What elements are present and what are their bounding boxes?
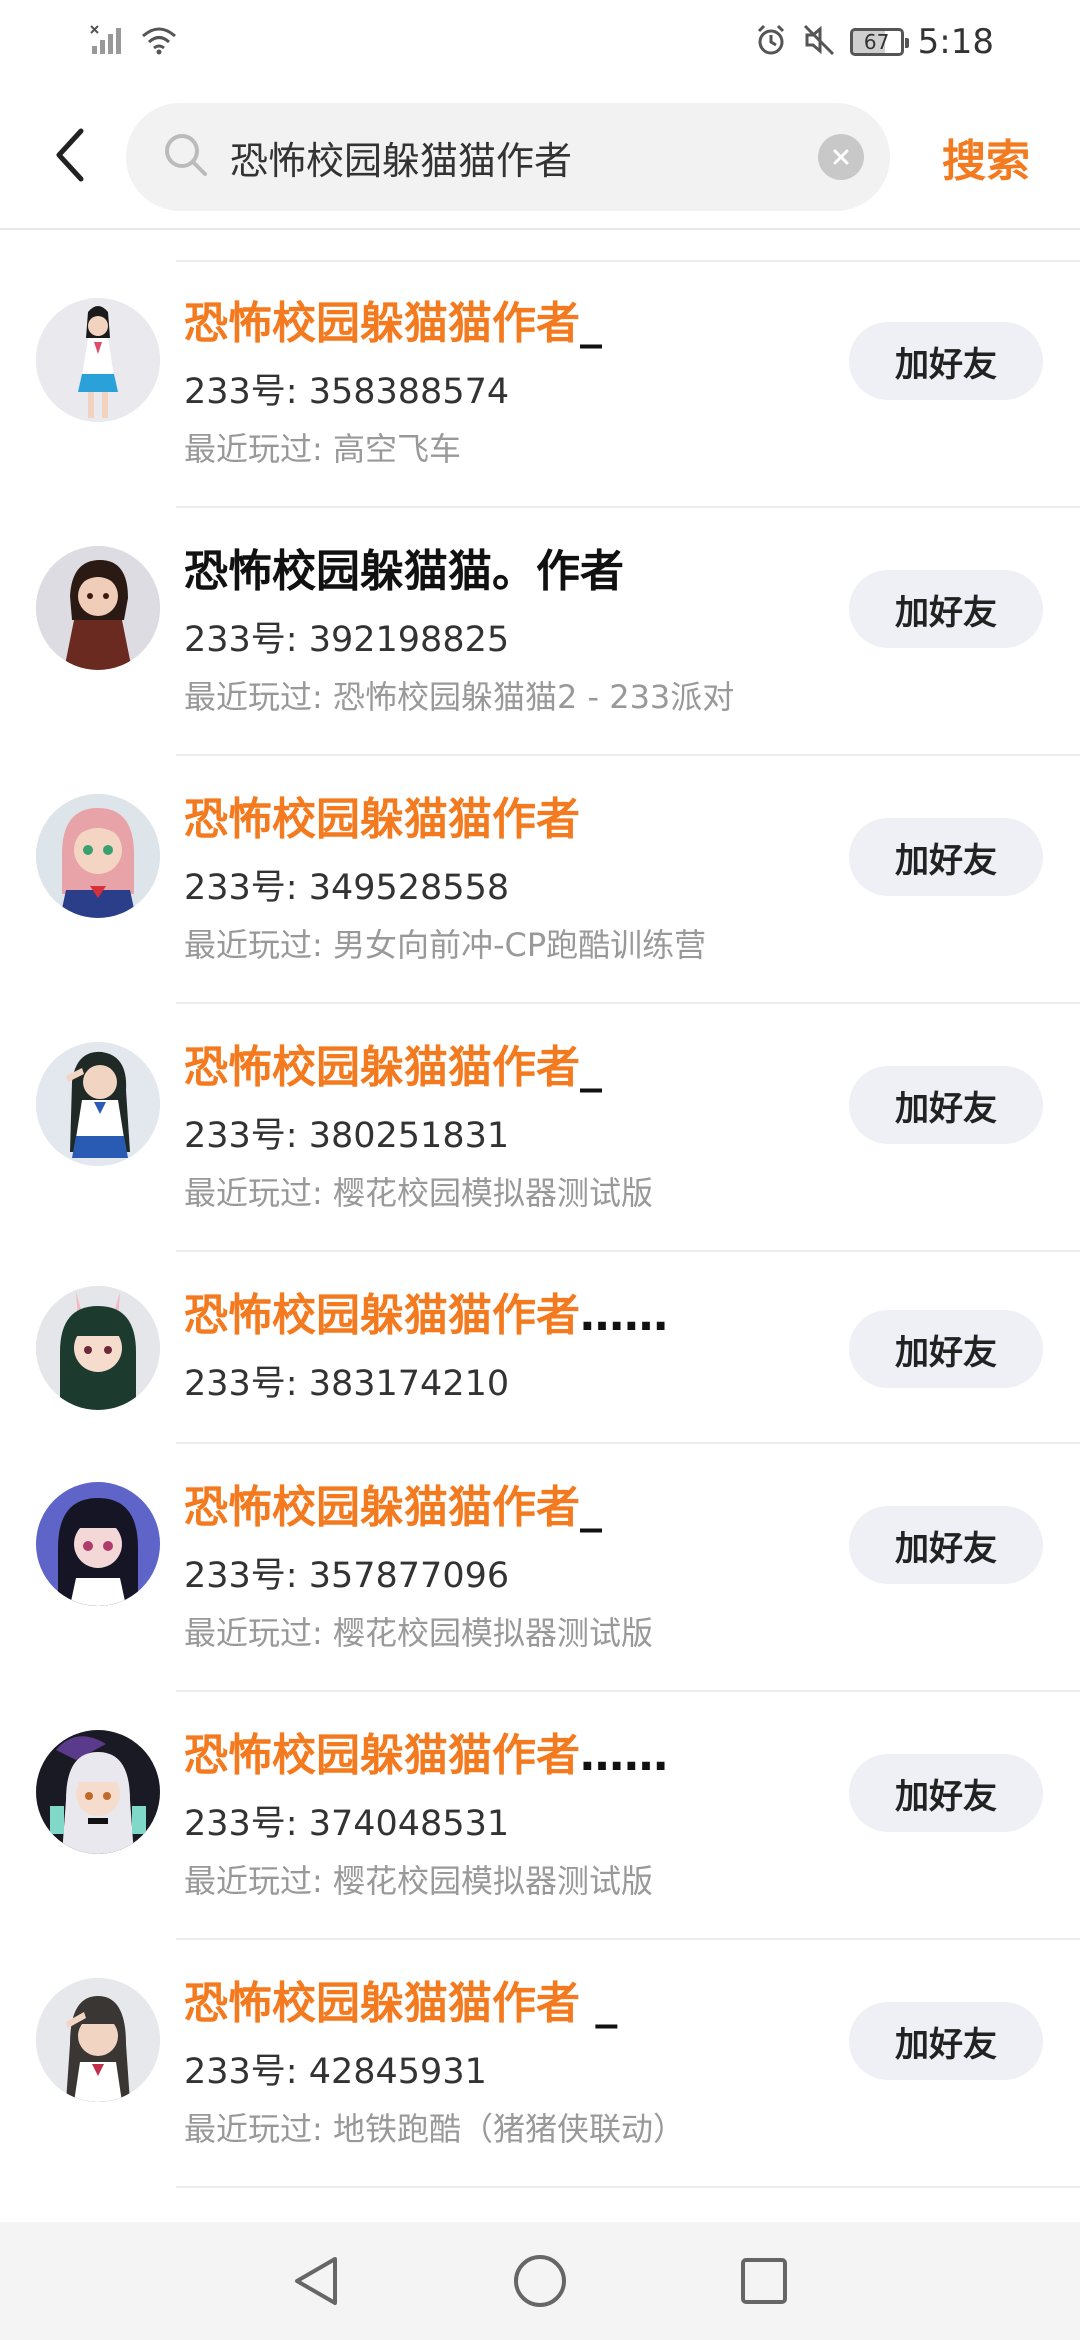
avatar[interactable] [36,1482,160,1606]
back-button[interactable] [40,122,100,188]
avatar[interactable] [36,298,160,422]
avatar[interactable] [36,794,160,918]
clear-button[interactable] [818,134,864,180]
avatar[interactable] [36,1978,160,2102]
recently-played: 最近玩过: 樱花校园模拟器测试版 [184,1174,653,1212]
name-match-highlight: 恐怖校园躲猫猫作者 [184,1730,580,1781]
battery-icon: 67 [849,28,909,56]
status-bar: 67 5:18 [0,0,1080,84]
user-result-row[interactable]: 恐怖校园躲猫猫作者_ 233号: 358388574 最近玩过: 高空飞车 加好… [0,260,1080,508]
name-suffix: _ [580,1482,602,1533]
recently-played: 最近玩过: 恐怖校园躲猫猫2 - 233派对 [184,678,735,716]
name-suffix: …… [580,1290,668,1341]
name-suffix: _ [580,1978,618,2029]
user-result-row[interactable]: 恐怖校园躲猫猫作者 233号: 349528558 最近玩过: 男女向前冲-CP… [0,756,1080,1004]
avatar[interactable] [36,1286,160,1410]
user-name: 恐怖校园躲猫猫。作者 [184,544,624,600]
app-screen: 67 5:18 搜索 [0,0,1080,2340]
status-right: 67 5:18 [754,22,994,62]
name-match-highlight: 恐怖校园躲猫猫作者 [184,1290,580,1341]
mute-icon [802,23,836,61]
user-result-row[interactable]: 恐怖校园躲猫猫作者…… 233号: 383174210 加好友 [0,1252,1080,1444]
circle-home-icon [514,2255,566,2307]
user-id: 233号: 383174210 [184,1364,510,1404]
search-input[interactable] [228,134,792,180]
search-header: 搜索 [0,84,1080,230]
name-match-highlight: 恐怖校园躲猫猫作者 [184,1978,580,2029]
user-name: 恐怖校园躲猫猫作者 [184,792,580,848]
search-submit-button[interactable]: 搜索 [930,122,1042,192]
clock-time: 5:18 [917,22,994,62]
divider [176,2186,1080,2188]
recently-played: 最近玩过: 高空飞车 [184,430,461,468]
add-friend-button[interactable]: 加好友 [849,818,1043,896]
add-friend-button[interactable]: 加好友 [849,1066,1043,1144]
avatar[interactable] [36,1730,160,1854]
user-result-row[interactable]: 恐怖校园躲猫猫作者_ 233号: 357877096 最近玩过: 樱花校园模拟器… [0,1444,1080,1692]
recently-played: 最近玩过: 男女向前冲-CP跑酷训练营 [184,926,707,964]
nav-recent-button[interactable] [732,2249,796,2313]
chevron-left-icon [56,128,84,182]
avatar[interactable] [36,546,160,670]
magnifier-icon [162,131,210,183]
clear-icon [833,149,849,165]
user-result-row[interactable]: 恐怖校园躲猫猫作者…… 233号: 374048531 最近玩过: 樱花校园模拟… [0,1692,1080,1940]
name-suffix: …… [580,1730,668,1781]
name-suffix: 恐怖校园躲猫猫。作者 [184,546,624,597]
user-name: 恐怖校园躲猫猫作者_ [184,1040,602,1096]
user-name: 恐怖校园躲猫猫作者 _ [184,1976,617,2032]
user-id: 233号: 374048531 [184,1804,510,1844]
name-match-highlight: 恐怖校园躲猫猫作者 [184,794,580,845]
name-match-highlight: 恐怖校园躲猫猫作者 [184,1482,580,1533]
avatar[interactable] [36,1042,160,1166]
square-recent-icon [741,2258,787,2304]
user-id: 233号: 358388574 [184,372,510,412]
add-friend-button[interactable]: 加好友 [849,2002,1043,2080]
alarm-icon [754,23,788,61]
user-result-row[interactable]: 恐怖校园躲猫猫。作者 233号: 392198825 最近玩过: 恐怖校园躲猫猫… [0,508,1080,756]
user-id: 233号: 357877096 [184,1556,510,1596]
add-friend-button[interactable]: 加好友 [849,1506,1043,1584]
user-result-row[interactable]: 恐怖校园躲猫猫作者_ 233号: 380251831 最近玩过: 樱花校园模拟器… [0,1004,1080,1252]
name-match-highlight: 恐怖校园躲猫猫作者 [184,298,580,349]
search-box[interactable] [126,103,890,211]
status-left [90,24,178,60]
system-nav-bar [0,2222,1080,2340]
name-suffix: _ [580,298,602,349]
user-id: 233号: 380251831 [184,1116,510,1156]
recently-played: 最近玩过: 樱花校园模拟器测试版 [184,1862,653,1900]
add-friend-button[interactable]: 加好友 [849,1754,1043,1832]
user-name: 恐怖校园躲猫猫作者…… [184,1288,668,1344]
user-id: 233号: 349528558 [184,868,510,908]
cellular-signal-icon [90,24,126,60]
recently-played: 最近玩过: 地铁跑酷（猪猪侠联动） [184,2110,685,2148]
add-friend-button[interactable]: 加好友 [849,322,1043,400]
user-id: 233号: 392198825 [184,620,510,660]
add-friend-button[interactable]: 加好友 [849,570,1043,648]
user-name: 恐怖校园躲猫猫作者…… [184,1728,668,1784]
user-result-row[interactable]: 恐怖校园躲猫猫作者 _ 233号: 42845931 最近玩过: 地铁跑酷（猪猪… [0,1940,1080,2188]
user-result-list: 恐怖校园躲猫猫作者_ 233号: 358388574 最近玩过: 高空飞车 加好… [0,260,1080,2188]
name-match-highlight: 恐怖校园躲猫猫作者 [184,1042,580,1093]
user-name: 恐怖校园躲猫猫作者_ [184,296,602,352]
user-id: 233号: 42845931 [184,2052,487,2092]
nav-home-button[interactable] [508,2249,572,2313]
nav-back-button[interactable] [284,2249,348,2313]
user-name: 恐怖校园躲猫猫作者_ [184,1480,602,1536]
triangle-back-icon [295,2257,337,2305]
add-friend-button[interactable]: 加好友 [849,1310,1043,1388]
recently-played: 最近玩过: 樱花校园模拟器测试版 [184,1614,653,1652]
wifi-icon [140,24,178,60]
name-suffix: _ [580,1042,602,1093]
